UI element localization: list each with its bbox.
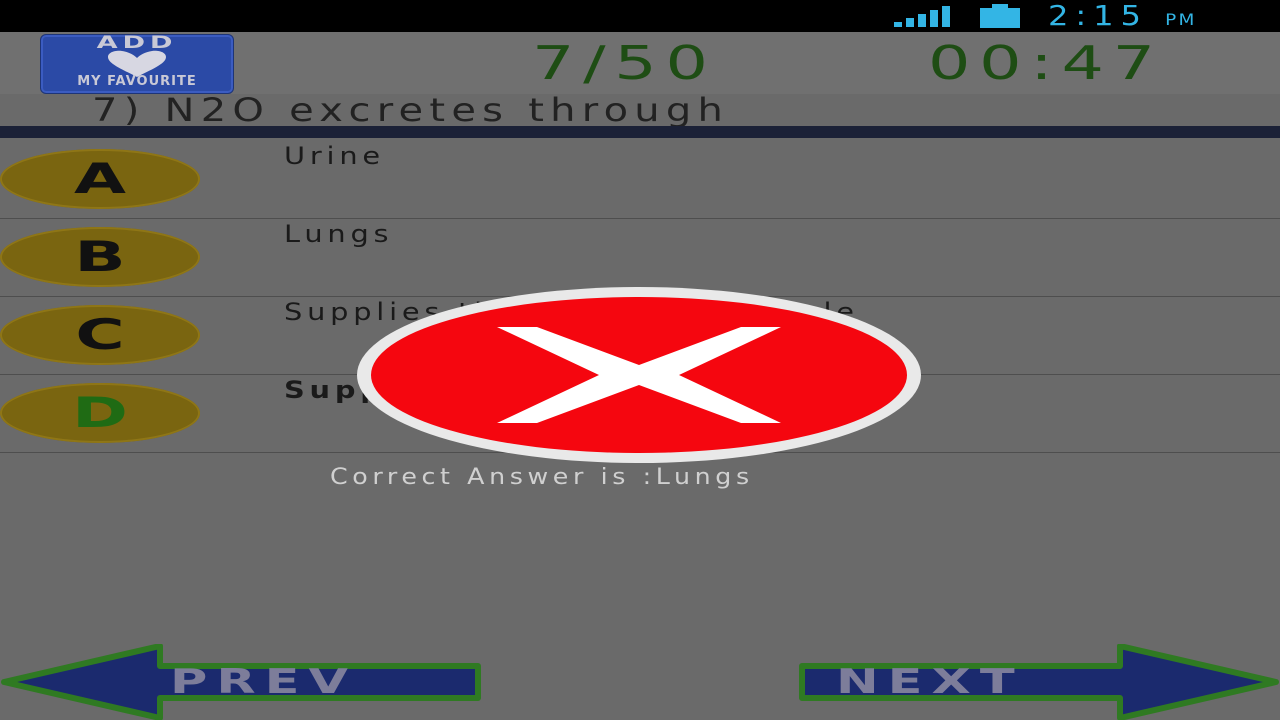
favourite-my-label: MY FAVOURITE xyxy=(77,74,197,89)
correct-answer-message: Correct Answer is :Lungs xyxy=(330,465,754,490)
option-c-letter: C xyxy=(75,310,125,359)
status-clock: 2:15 PM xyxy=(1048,0,1197,32)
add-favourite-button[interactable]: ADD MY FAVOURITE xyxy=(40,33,234,94)
option-c-badge[interactable]: C xyxy=(0,305,200,365)
clock-ampm: PM xyxy=(1165,10,1197,29)
question-counter: 7/50 xyxy=(532,36,717,90)
quiz-timer: 00:47 xyxy=(928,36,1164,90)
prev-button[interactable]: PREV xyxy=(170,658,357,706)
option-b-text[interactable]: Lungs xyxy=(284,218,393,250)
option-a[interactable]: A Urine xyxy=(0,140,1280,219)
option-b-letter: B xyxy=(74,232,126,281)
next-button[interactable]: NEXT xyxy=(836,658,1024,706)
clock-time: 2:15 xyxy=(1048,0,1148,32)
option-a-letter: A xyxy=(73,154,126,203)
battery-icon xyxy=(980,4,1020,28)
option-b-badge[interactable]: B xyxy=(0,227,200,287)
status-bar: 2:15 PM xyxy=(0,0,1280,32)
question-text: 7) N2O excretes through xyxy=(92,91,730,129)
wrong-answer-popup xyxy=(357,287,921,463)
option-b[interactable]: B Lungs xyxy=(0,218,1280,297)
wrong-answer-x-icon xyxy=(497,327,781,423)
option-a-text[interactable]: Urine xyxy=(284,140,385,172)
question-divider xyxy=(0,126,1280,138)
option-d-letter: D xyxy=(72,388,128,437)
option-a-badge[interactable]: A xyxy=(0,149,200,209)
signal-bars-icon xyxy=(894,6,950,27)
option-d-badge[interactable]: D xyxy=(0,383,200,443)
